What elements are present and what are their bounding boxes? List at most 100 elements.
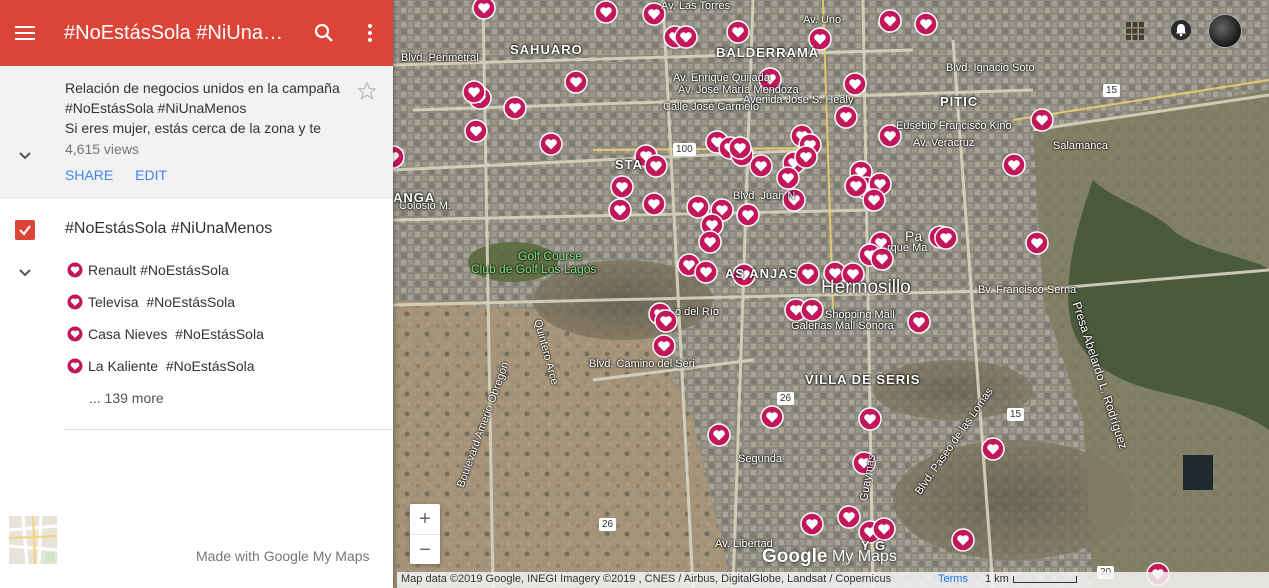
- heart-map-pin[interactable]: [794, 145, 818, 169]
- more-items-link[interactable]: ... 139 more: [89, 390, 164, 406]
- heart-map-pin[interactable]: [844, 174, 868, 198]
- heart-map-pin[interactable]: [652, 334, 676, 358]
- heart-map-pin[interactable]: [843, 72, 867, 96]
- heart-map-pin[interactable]: [608, 198, 632, 222]
- notifications-button[interactable]: [1171, 20, 1191, 40]
- layer-checkbox[interactable]: [15, 220, 35, 240]
- heart-map-pin[interactable]: [707, 423, 731, 447]
- heart-map-pin[interactable]: [749, 154, 773, 178]
- heart-map-pin[interactable]: [1002, 153, 1026, 177]
- layer-item-la-kaliente[interactable]: La Kaliente #NoEstásSola: [67, 358, 255, 374]
- map-label-pa: Pa: [905, 228, 923, 244]
- heart-map-pin[interactable]: [694, 260, 718, 284]
- sidebar-header: #NoEstásSola #NiUna…: [0, 0, 393, 66]
- map-label-av-uno: Av. Uno: [803, 14, 842, 26]
- layer-collapse-chevron-icon[interactable]: [16, 263, 34, 281]
- layer-item-renault[interactable]: Renault #NoEstásSola: [67, 262, 229, 278]
- heart-map-pin[interactable]: [934, 226, 958, 250]
- heart-map-pin[interactable]: [776, 166, 800, 190]
- layer-item-televisa[interactable]: Televisa #NoEstásSola: [67, 294, 235, 310]
- heart-map-pin[interactable]: [858, 407, 882, 431]
- bell-icon: [1176, 24, 1186, 37]
- map-label-av-torres: Av. Las Torres: [661, 0, 731, 12]
- map-label-pitic: PITIC: [940, 94, 979, 109]
- heart-map-pin[interactable]: [878, 9, 902, 33]
- heart-map-pin[interactable]: [654, 309, 678, 333]
- more-options-button[interactable]: [347, 0, 393, 66]
- map-canvas[interactable]: BALDERRAMA SAHUARO PITIC Hermosillo VILL…: [393, 0, 1269, 588]
- heart-map-pin[interactable]: [698, 230, 722, 254]
- map-label-anga: ANGA: [393, 190, 436, 205]
- heart-map-pin[interactable]: [914, 12, 938, 36]
- heart-pin-icon: [67, 326, 83, 342]
- map-label-hermosillo: Hermosillo: [821, 277, 911, 298]
- map-label-blvd-ignacio: Blvd. Ignacio Soto: [946, 62, 1035, 74]
- map-label-blvd-perimetral: Blvd. Perimetral: [401, 52, 479, 64]
- heart-map-pin[interactable]: [1025, 231, 1049, 255]
- basemap-thumbnail[interactable]: [8, 515, 58, 565]
- heart-map-pin[interactable]: [862, 188, 886, 212]
- map-title: #NoEstásSola #NiUna…: [64, 21, 283, 44]
- map-label-av-healy: Avenida José S. Healy: [743, 94, 854, 106]
- heart-map-pin[interactable]: [872, 517, 896, 541]
- heart-map-pin[interactable]: [1030, 108, 1054, 132]
- heart-map-pin[interactable]: [610, 175, 634, 199]
- collapse-chevron-icon[interactable]: [16, 146, 34, 164]
- heart-map-pin[interactable]: [674, 25, 698, 49]
- heart-map-pin[interactable]: [686, 195, 710, 219]
- map-label-salamanca: Salamanca: [1053, 140, 1109, 152]
- heart-map-pin[interactable]: [981, 437, 1005, 461]
- heart-map-pin[interactable]: [760, 405, 784, 429]
- map-label-rio: o del Río: [675, 306, 720, 318]
- star-icon[interactable]: [357, 81, 377, 101]
- google-logo: Google: [762, 546, 828, 567]
- terms-link[interactable]: Terms: [938, 573, 968, 585]
- description-line: Si eres mujer, estás cerca de la zona y …: [65, 120, 322, 136]
- heart-map-pin[interactable]: [644, 154, 668, 178]
- layer-title: #NoEstásSola #NiUnaMenos: [65, 220, 273, 237]
- hamburger-icon: [15, 26, 35, 40]
- layer-item-casa-nieves[interactable]: Casa Nieves #NoEstásSola: [67, 326, 264, 342]
- heart-map-pin[interactable]: [800, 512, 824, 536]
- zoom-control: + −: [410, 504, 440, 564]
- highway-shield: 26: [777, 392, 795, 405]
- map-label-blvd-francisco-serna: Bv. Francisco Serna: [978, 284, 1077, 296]
- heart-map-pin[interactable]: [907, 310, 931, 334]
- map-label-sahuaro: SAHUARO: [510, 42, 583, 57]
- menu-button[interactable]: [0, 0, 50, 66]
- heart-map-pin[interactable]: [837, 505, 861, 529]
- map-label-av-quijada: Av. Enrique Quijada: [673, 72, 770, 84]
- heart-map-pin[interactable]: [503, 96, 527, 120]
- heart-map-pin[interactable]: [539, 132, 563, 156]
- description-line: #NoEstásSola #NiUnaMenos: [65, 100, 247, 116]
- map-label-as-anjas: AS ANJAS: [725, 266, 799, 281]
- heart-map-pin[interactable]: [594, 0, 618, 24]
- heart-pin-icon: [67, 358, 83, 374]
- heart-map-pin[interactable]: [462, 80, 486, 104]
- share-button[interactable]: SHARE: [65, 167, 113, 183]
- map-label-villa-de-seris: VILLA DE SERIS: [805, 372, 921, 387]
- edit-button[interactable]: EDIT: [135, 167, 167, 183]
- my-maps-logo: My Maps: [832, 548, 897, 565]
- heart-map-pin[interactable]: [728, 136, 752, 160]
- heart-map-pin[interactable]: [834, 105, 858, 129]
- heart-map-pin[interactable]: [642, 192, 666, 216]
- scale-label: 1 km: [985, 573, 1009, 585]
- heart-map-pin[interactable]: [800, 298, 824, 322]
- map-label-av-veracruz: Av. Veracruz: [913, 137, 975, 149]
- zoom-in-button[interactable]: +: [410, 504, 440, 535]
- account-avatar[interactable]: [1208, 14, 1242, 48]
- heart-map-pin[interactable]: [464, 119, 488, 143]
- map-label-blvd-juan-n: Blvd. Juan N: [733, 190, 796, 202]
- heart-map-pin[interactable]: [736, 203, 760, 227]
- highway-shield: 15: [1103, 84, 1121, 97]
- grid-apps-button[interactable]: [1126, 22, 1144, 40]
- zoom-out-button[interactable]: −: [410, 535, 440, 565]
- heart-map-pin[interactable]: [796, 262, 820, 286]
- heart-map-pin[interactable]: [726, 20, 750, 44]
- heart-map-pin[interactable]: [564, 70, 588, 94]
- map-label-golf-course: Golf Course: [518, 249, 583, 263]
- heart-map-pin[interactable]: [951, 528, 975, 552]
- search-button[interactable]: [301, 0, 347, 66]
- heart-map-pin[interactable]: [472, 0, 496, 20]
